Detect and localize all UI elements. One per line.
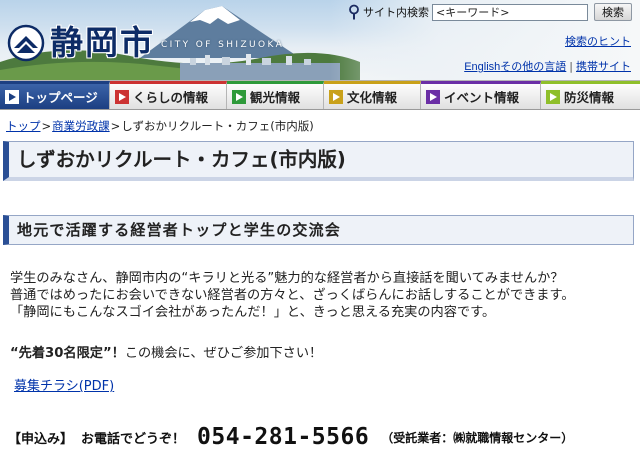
intro-line: 「静岡にもこんなスゴイ会社があったんだ！」と、きっと思える充実の内容です。	[10, 305, 496, 320]
arrow-right-icon	[426, 89, 440, 104]
link-separator: |	[569, 60, 573, 73]
apply-call-text: お電話でどうぞ！	[81, 431, 186, 447]
apply-phone-number: 054-281-5566	[197, 424, 370, 450]
global-nav: トップページ くらしの情報 観光情報 文化情報 イベント情報 防災情報	[0, 80, 640, 110]
nav-item-label: 文化情報	[347, 90, 398, 105]
site-logo-subtext: CITY OF SHIZUOKA	[161, 40, 285, 50]
nav-item-events[interactable]: イベント情報	[421, 81, 541, 109]
section-heading: 地元で活躍する経営者トップと学生の交流会	[3, 215, 634, 245]
nav-item-disaster[interactable]: 防災情報	[541, 81, 640, 109]
apply-vendor: （受託業者：㈱就職情報センター）	[381, 430, 574, 445]
breadcrumb-separator: >	[41, 119, 52, 133]
search-button[interactable]: 検索	[594, 3, 632, 21]
arrow-right-icon	[115, 89, 129, 104]
search-input[interactable]	[432, 3, 588, 21]
arrow-right-icon	[5, 89, 19, 104]
nav-item-label: 防災情報	[564, 90, 615, 105]
apply-label: 【申込み】	[8, 431, 74, 447]
breadcrumb: トップ>商業労政課>しずおかリクルート・カフェ(市内版)	[6, 118, 314, 134]
nav-item-label: トップページ	[23, 90, 98, 105]
intro-text: 学生のみなさん、静岡市内の“キラリと光る”魅力的な経営者から直接話を聞いてみませ…	[10, 270, 635, 321]
nav-item-top[interactable]: トップページ	[0, 81, 110, 109]
intro-line: 学生のみなさん、静岡市内の“キラリと光る”魅力的な経営者から直接話を聞いてみませ…	[10, 271, 564, 286]
recruitment-flyer-pdf-link[interactable]: 募集チラシ(PDF)	[14, 375, 114, 394]
application-info: 【申込み】 お電話でどうぞ！ 054-281-5566 （受託業者：㈱就職情報セ…	[8, 423, 573, 451]
nav-item-label: くらしの情報	[133, 90, 209, 105]
breadcrumb-separator: >	[110, 119, 121, 133]
arrow-right-icon	[329, 89, 343, 104]
breadcrumb-current: しずおかリクルート・カフェ(市内版)	[121, 119, 314, 133]
search-hint-link[interactable]: 検索のヒント	[565, 33, 631, 49]
arrow-right-icon	[232, 89, 246, 104]
breadcrumb-home-link[interactable]: トップ	[6, 119, 41, 133]
english-link[interactable]: English	[464, 61, 500, 73]
limited-notice-bold: “先着30名限定”！	[10, 346, 125, 361]
nav-item-label: イベント情報	[444, 90, 520, 105]
shizuoka-city-emblem-icon[interactable]	[6, 24, 46, 62]
nav-item-culture[interactable]: 文化情報	[324, 81, 421, 109]
site-search: サイト内検索 検索	[348, 3, 632, 21]
intro-line: 普通ではめったにお会いできない経営者の方々と、ざっくばらんにお話しすることができ…	[10, 288, 575, 303]
page-title: しずおかリクルート・カフェ(市内版)	[3, 141, 634, 181]
other-languages-link[interactable]: その他の言語	[500, 60, 566, 73]
language-links: Englishその他の言語 | 携帯サイト	[464, 58, 631, 74]
site-header: 静岡市 CITY OF SHIZUOKA サイト内検索 検索 検索のヒント En…	[0, 0, 640, 80]
mobile-site-link[interactable]: 携帯サイト	[576, 60, 631, 73]
search-label: サイト内検索	[363, 6, 429, 19]
nav-item-tourism[interactable]: 観光情報	[227, 81, 324, 109]
limited-notice-text: この機会に、ぜひご参加下さい！	[124, 346, 323, 361]
site-logo-text[interactable]: 静岡市	[50, 23, 155, 63]
nav-item-living[interactable]: くらしの情報	[110, 81, 227, 109]
arrow-right-icon	[546, 89, 560, 104]
magnifier-icon	[349, 4, 359, 20]
breadcrumb-section-link[interactable]: 商業労政課	[52, 119, 110, 133]
limited-notice: “先着30名限定”！この機会に、ぜひご参加下さい！	[10, 342, 322, 361]
nav-item-label: 観光情報	[250, 90, 301, 105]
